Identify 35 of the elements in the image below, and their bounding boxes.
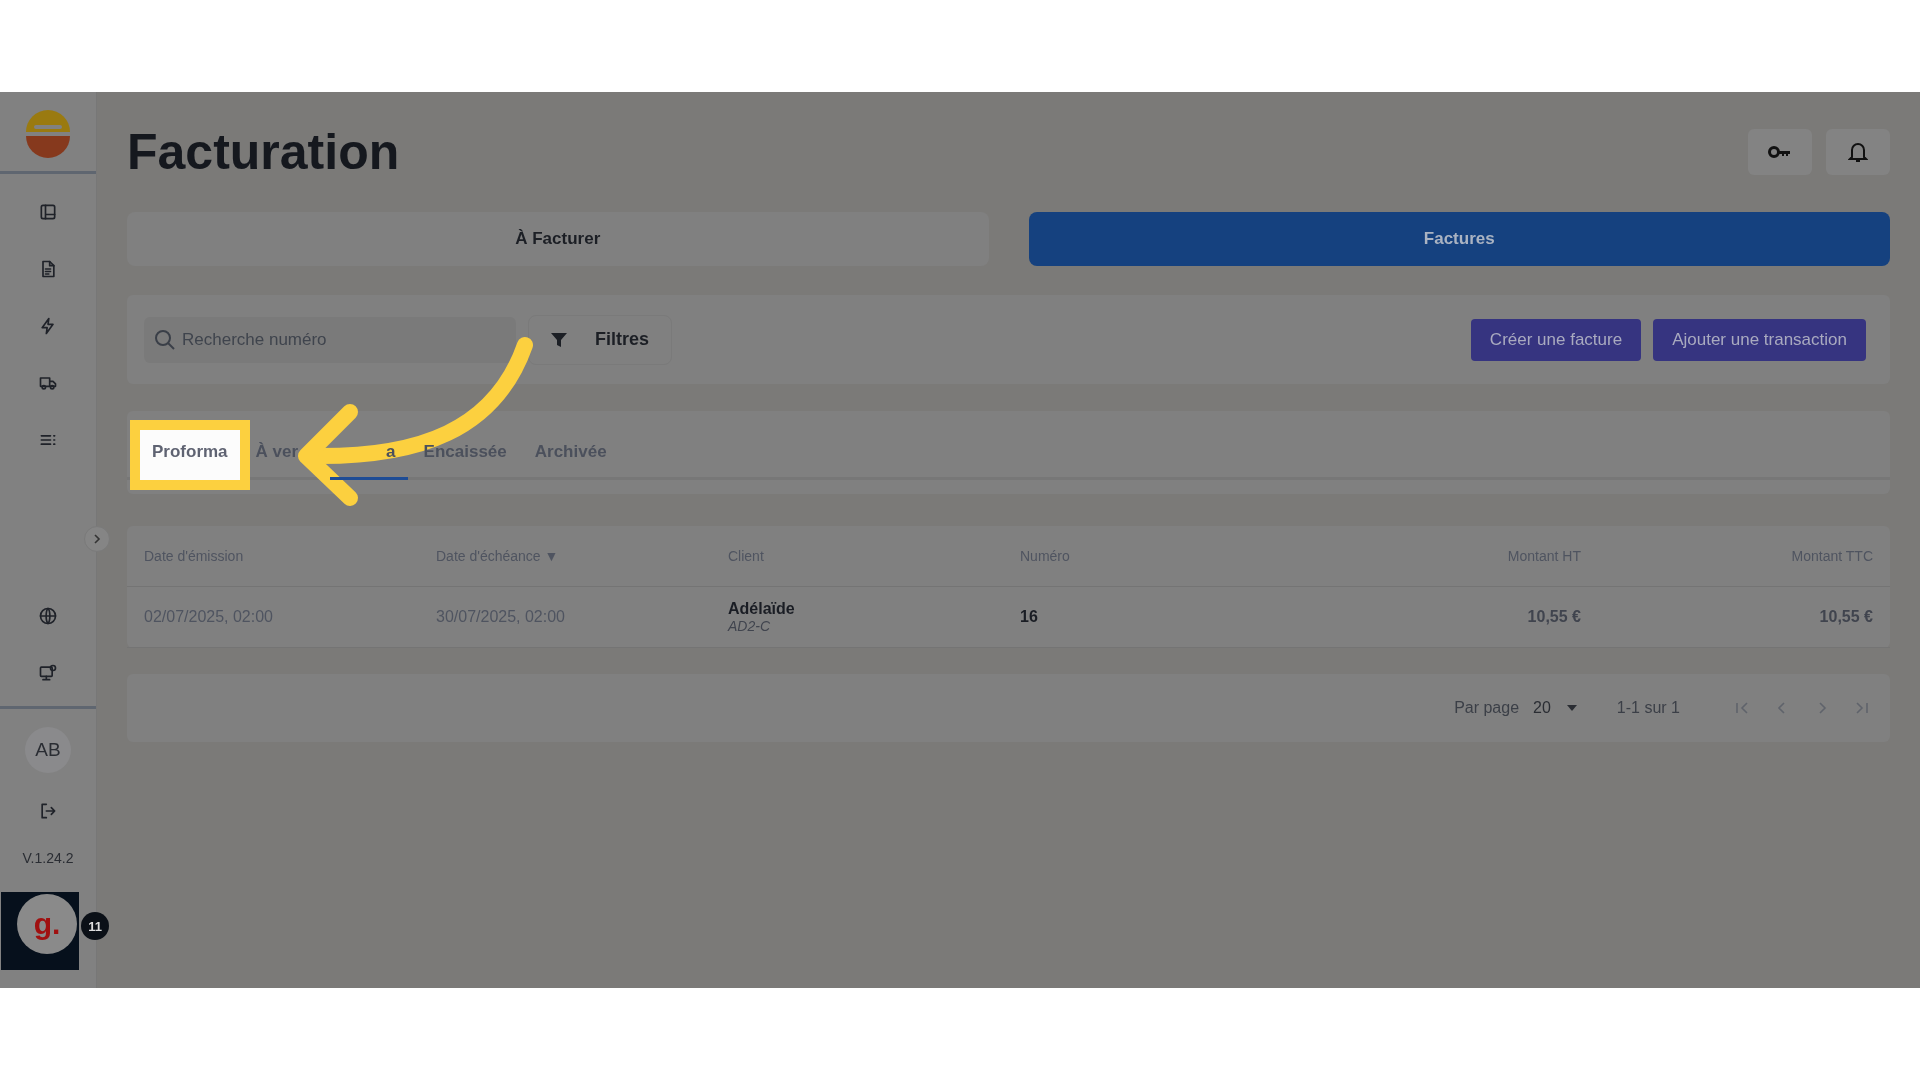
caret-icon — [1566, 705, 1577, 711]
filter-icon — [551, 331, 567, 348]
client-code: AD2-C — [728, 618, 771, 634]
table-cell-text: 10,55 € — [1818, 608, 1873, 626]
action-button[interactable]: Ajouter une transaction — [1653, 318, 1866, 361]
collapse-toggle[interactable] — [84, 526, 110, 552]
action-button[interactable]: Créer une facture — [1470, 318, 1642, 361]
view-tab[interactable]: Factures — [1028, 212, 1890, 266]
logout-icon[interactable] — [38, 801, 58, 821]
bell-icon — [1848, 141, 1868, 163]
logo-icon — [24, 110, 72, 158]
status-tab[interactable]: Encaissée — [411, 442, 519, 480]
table-cell-text: 10,55 € — [1526, 608, 1581, 626]
version-label: V.1.24.2 — [22, 850, 74, 866]
chat-button[interactable]: g. — [17, 894, 77, 954]
per-page-select[interactable]: 20 — [1533, 699, 1577, 717]
page-range: 1-1 sur 1 — [1616, 699, 1680, 717]
chat-widget[interactable]: g. — [1, 892, 79, 970]
table-cell-text: 16 — [1020, 608, 1039, 626]
globe-icon[interactable] — [38, 606, 58, 626]
client-name: Adélaïde — [728, 600, 796, 618]
per-page-label: Par page — [1454, 699, 1520, 717]
notification-button[interactable] — [1826, 129, 1890, 175]
key-icon — [1768, 145, 1792, 159]
notification-count: 11 — [81, 912, 109, 940]
view-tab[interactable]: À Facturer — [127, 212, 989, 266]
key-button[interactable] — [1748, 129, 1812, 175]
status-tab[interactable]: a — [329, 442, 408, 480]
monitor-icon[interactable] — [38, 663, 58, 683]
chevron-icon — [92, 534, 102, 544]
page-title: Facturation — [127, 123, 401, 181]
filter-button[interactable]: Filtres — [528, 314, 673, 365]
dashboard-icon[interactable] — [38, 202, 58, 222]
search-field[interactable]: Recherche numéro — [144, 316, 516, 363]
user-avatar[interactable]: AB — [25, 727, 71, 773]
